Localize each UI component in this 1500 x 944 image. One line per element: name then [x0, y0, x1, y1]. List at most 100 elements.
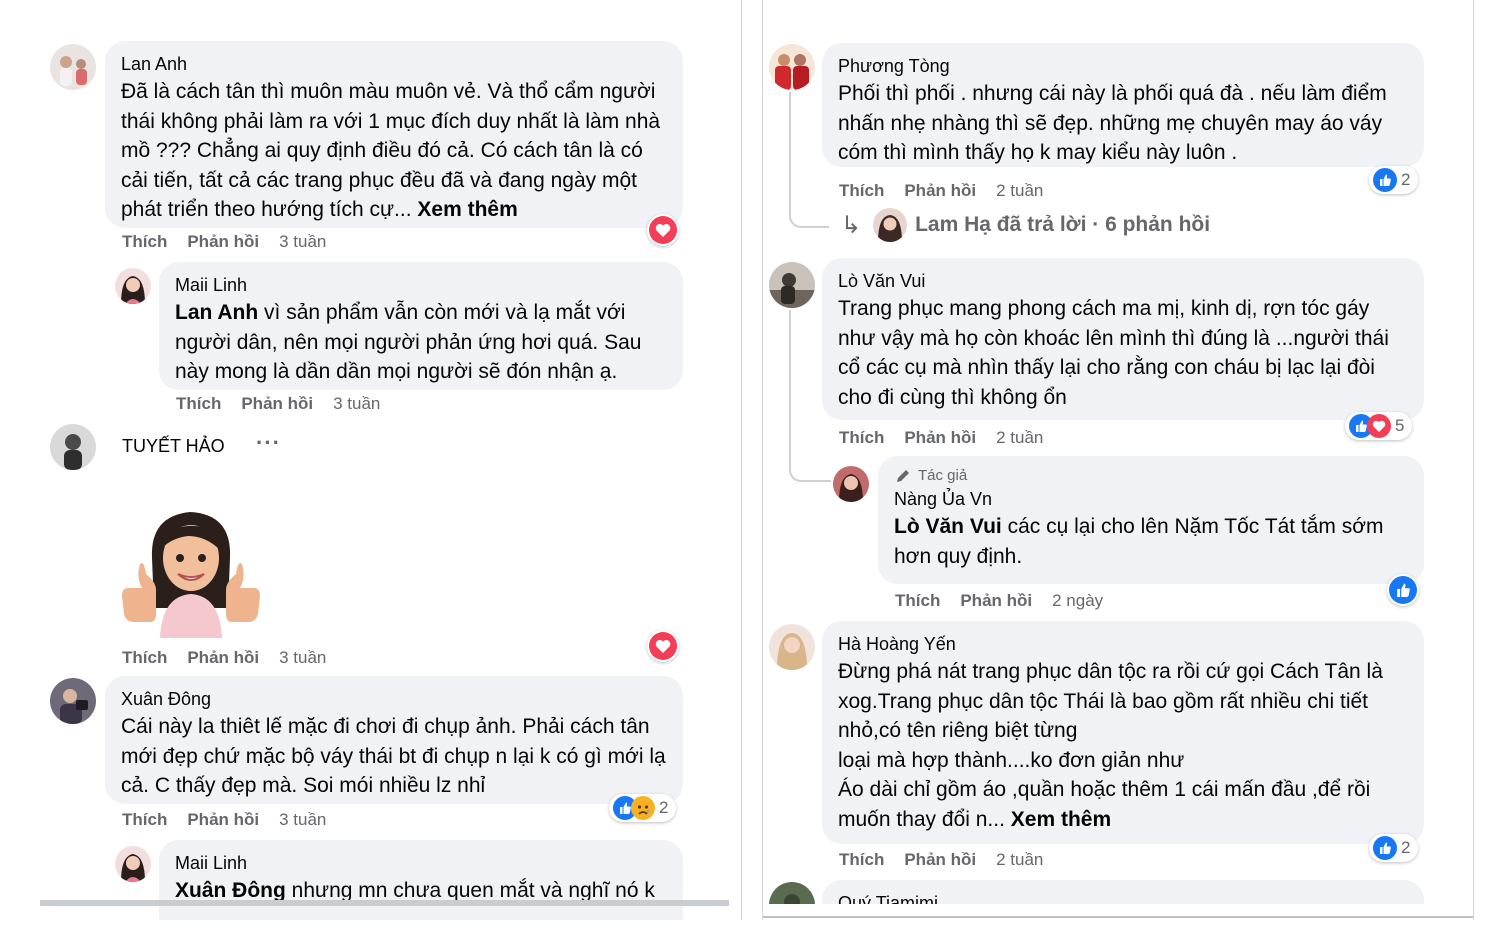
- reaction-badge[interactable]: [1387, 574, 1419, 606]
- comment-text: Phối thì phối . nhưng cái này là phối qu…: [838, 82, 1387, 164]
- comment-author[interactable]: Xuân Đông: [121, 686, 669, 712]
- comment-bubble: Lò Văn Vui Trang phục mang phong cách ma…: [822, 258, 1424, 420]
- comment-bubble: Maii Linh Lan Anh vì sản phẩm vẫn còn mớ…: [159, 262, 683, 390]
- comment-actions: Thích Phản hồi 3 tuần: [122, 648, 326, 668]
- avatar[interactable]: [769, 624, 815, 670]
- comment-text: Lan Anh vì sản phẩm vẫn còn mới và lạ mắ…: [175, 301, 642, 383]
- avatar[interactable]: [50, 44, 96, 90]
- like-button[interactable]: Thích: [895, 591, 940, 610]
- comment-text: Cái này la thiêt lế mặc đi chơi đi chụp …: [121, 715, 666, 797]
- see-more-link[interactable]: Xem thêm: [1011, 808, 1111, 831]
- comment-actions: Thích Phản hồi 2 tuần: [839, 850, 1043, 870]
- reply-button[interactable]: Phản hồi: [187, 648, 259, 667]
- reaction-badge[interactable]: [647, 214, 679, 246]
- panel-divider: [40, 900, 729, 906]
- comment-time[interactable]: 3 tuần: [279, 232, 326, 251]
- avatar[interactable]: [115, 268, 151, 304]
- comments-panel-left: Lan Anh Đã là cách tân thì muôn màu muôn…: [0, 0, 742, 920]
- love-reaction-icon: [649, 216, 677, 244]
- more-options-icon[interactable]: ···: [256, 430, 281, 456]
- comment-author[interactable]: TUYẾT HẢO: [122, 433, 225, 459]
- avatar[interactable]: [115, 846, 151, 882]
- reply-button[interactable]: Phản hồi: [241, 394, 313, 413]
- comment-text: Lò Văn Vui các cụ lại cho lên Nặm Tốc Tá…: [894, 515, 1384, 568]
- reply-arrow-icon: ↳: [841, 211, 862, 239]
- like-button[interactable]: Thích: [839, 850, 884, 869]
- like-button[interactable]: Thích: [839, 181, 884, 200]
- avatar[interactable]: [769, 44, 815, 90]
- like-button[interactable]: Thích: [122, 232, 167, 251]
- reply-summary-text: Lam Hạ đã trả lời · 6 phản hồi: [915, 213, 1211, 236]
- reply-button[interactable]: Phản hồi: [904, 850, 976, 869]
- comment-actions: Thích Phản hồi 3 tuần: [176, 394, 380, 414]
- author-badge: Tác giả: [894, 466, 1410, 486]
- comment-bubble: Tác giả Nàng Ủa Vn Lò Văn Vui các cụ lại…: [878, 456, 1424, 584]
- reaction-badge[interactable]: 2: [1369, 834, 1419, 862]
- comment-text: Trang phục mang phong cách ma mị, kinh d…: [838, 297, 1389, 409]
- comment-actions: Thích Phản hồi 2 tuần: [839, 428, 1043, 448]
- reaction-badge[interactable]: 2: [609, 794, 677, 822]
- comment-actions: Thích Phản hồi 2 tuần: [839, 181, 1043, 201]
- like-button[interactable]: Thích: [122, 810, 167, 829]
- see-more-link[interactable]: Xem thêm: [417, 198, 517, 221]
- comment-author[interactable]: Nàng Ủa Vn: [894, 486, 1410, 512]
- comment-time[interactable]: 3 tuần: [333, 394, 380, 413]
- comment-text: Đừng phá nát trang phục dân tộc ra rồi c…: [838, 660, 1383, 831]
- comment-actions: Thích Phản hồi 3 tuần: [122, 810, 326, 830]
- reply-button[interactable]: Phản hồi: [904, 181, 976, 200]
- comment-actions: Thích Phản hồi 3 tuần: [122, 232, 326, 252]
- avatar[interactable]: [769, 262, 815, 308]
- reaction-badge[interactable]: 5: [1345, 412, 1413, 440]
- love-reaction-icon: [649, 632, 677, 660]
- comment-bubble: Xuân Đông Cái này la thiêt lế mặc đi chơ…: [105, 676, 683, 804]
- mention-link[interactable]: Lan Anh: [175, 301, 258, 324]
- reply-button[interactable]: Phản hồi: [904, 428, 976, 447]
- reaction-count: 2: [1401, 170, 1411, 189]
- reply-button[interactable]: Phản hồi: [187, 810, 259, 829]
- comment-bubble: Phương Tòng Phối thì phối . nhưng cái nà…: [822, 43, 1424, 167]
- view-replies-link[interactable]: ↳ Lam Hạ đã trả lời · 6 phản hồi: [841, 208, 1210, 242]
- like-reaction-icon: [1373, 836, 1397, 860]
- like-button[interactable]: Thích: [839, 428, 884, 447]
- love-reaction-icon: [1367, 414, 1391, 438]
- comment-time[interactable]: 2 tuần: [996, 850, 1043, 869]
- like-button[interactable]: Thích: [122, 648, 167, 667]
- pencil-icon: [897, 470, 909, 482]
- comment-bubble: Maii Linh Xuân Đông nhưng mn chưa quen m…: [159, 840, 683, 920]
- reply-button[interactable]: Phản hồi: [187, 232, 259, 251]
- comment-time[interactable]: 2 tuần: [996, 428, 1043, 447]
- reaction-badge[interactable]: 2: [1369, 166, 1419, 194]
- comment-author[interactable]: Hà Hoàng Yến: [838, 631, 1410, 657]
- reaction-count: 5: [1395, 416, 1405, 435]
- reaction-count: 2: [659, 798, 669, 817]
- like-button[interactable]: Thích: [176, 394, 221, 413]
- comment-time[interactable]: 3 tuần: [279, 810, 326, 829]
- comments-panel-right: Phương Tòng Phối thì phối . nhưng cái nà…: [762, 0, 1474, 920]
- comment-author[interactable]: Lò Văn Vui: [838, 268, 1410, 294]
- like-reaction-icon: [1373, 168, 1397, 192]
- avatar: [873, 208, 908, 242]
- reaction-count: 2: [1401, 838, 1411, 857]
- avatar[interactable]: [833, 466, 869, 502]
- mention-link[interactable]: Xuân Đông: [175, 879, 286, 902]
- mention-link[interactable]: Lò Văn Vui: [894, 515, 1002, 538]
- reply-button[interactable]: Phản hồi: [960, 591, 1032, 610]
- comment-author[interactable]: Maii Linh: [175, 850, 669, 876]
- comment-author[interactable]: Phương Tòng: [838, 53, 1410, 79]
- comment-text: Đã là cách tân thì muôn màu muôn vẻ. Và …: [121, 80, 661, 221]
- thumbs-up-avatar-sticker: [120, 496, 262, 638]
- avatar[interactable]: [50, 678, 96, 724]
- comment-actions: Thích Phản hồi 2 ngày: [895, 591, 1103, 611]
- comment-bubble: Hà Hoàng Yến Đừng phá nát trang phục dân…: [822, 621, 1424, 844]
- comment-author[interactable]: Lan Anh: [121, 51, 665, 77]
- comment-bubble: Lan Anh Đã là cách tân thì muôn màu muôn…: [105, 41, 683, 228]
- avatar[interactable]: [50, 424, 96, 470]
- panel-divider: [763, 916, 1473, 918]
- like-reaction-icon: [1389, 576, 1417, 604]
- comment-time[interactable]: 2 ngày: [1052, 591, 1103, 610]
- sad-reaction-icon: [631, 796, 655, 820]
- comment-time[interactable]: 2 tuần: [996, 181, 1043, 200]
- comment-author[interactable]: Maii Linh: [175, 272, 669, 298]
- comment-time[interactable]: 3 tuần: [279, 648, 326, 667]
- reaction-badge[interactable]: [647, 630, 679, 662]
